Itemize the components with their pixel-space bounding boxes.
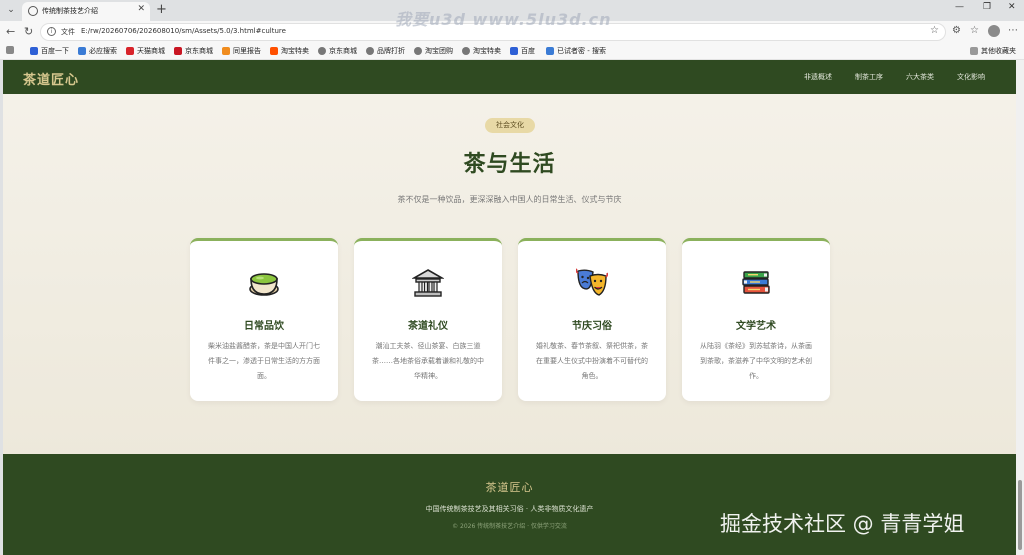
bookmark-item[interactable]: 天猫商城 [126,46,165,56]
globe-icon [28,6,38,16]
page-viewport: 茶道匠心 非遗概述 制茶工序 六大茶类 文化影响 社会文化 茶与生活 茶不仅是一… [3,60,1016,555]
bookmark-item[interactable]: 已试者密 - 搜索 [546,46,606,56]
restore-icon[interactable]: ❐ [983,2,991,12]
bookmark-item[interactable]: 淘宝特卖 [270,46,309,56]
site-footer: 茶道匠心 中国传统制茶技艺及其相关习俗 · 人类非物质文化遗产 © 2026 传… [3,454,1016,555]
search-icon [546,47,554,55]
globe-icon [318,47,326,55]
culture-card: 节庆习俗 婚礼敬茶、春节茶叙、祭祀供茶，茶在重要人生仪式中扮演着不可替代的角色。 [518,238,666,401]
footer-title: 茶道匠心 [485,481,534,494]
culture-card: 日常品饮 柴米油盐酱醋茶，茶是中国人开门七件事之一，渗透于日常生活的方方面面。 [190,238,338,401]
taobao-icon [270,47,278,55]
nav-link-overview[interactable]: 非遗概述 [804,72,832,82]
profile-avatar[interactable] [988,25,1000,37]
report-icon [222,47,230,55]
more-menu-icon[interactable]: ⋯ [1008,25,1018,36]
card-description: 柴米油盐酱醋茶，茶是中国人开门七件事之一，渗透于日常生活的方方面面。 [208,342,320,380]
card-title: 节庆习俗 [572,321,612,332]
books-icon [682,267,830,299]
globe-icon [462,47,470,55]
favorites-icon[interactable]: ☆ [970,25,979,36]
section-title: 茶与生活 [463,152,556,177]
top-watermark: 我要u3d www.5lu3d.cn [395,10,612,29]
card-title: 茶道礼仪 [408,321,448,332]
bookmark-folder-icon[interactable] [6,46,14,54]
close-tab-icon[interactable]: ✕ [137,4,145,14]
theater-masks-icon [518,267,666,299]
culture-card: 茶道礼仪 潮汕工夫茶、径山茶宴、白族三道茶……各地茶俗承载着谦和礼敬的中华精神。 [354,238,502,401]
new-tab-icon[interactable]: + [156,2,167,17]
globe-icon [366,47,374,55]
bookmark-item[interactable]: 百度 [510,46,535,56]
bookmark-item[interactable]: 淘宝特卖 [462,46,501,56]
page-scrollbar[interactable] [1016,60,1024,555]
url-text[interactable]: E:/rw/20260706/202608010/sm/Assets/5.0/3… [81,27,286,35]
globe-icon [414,47,422,55]
baidu-icon [510,47,518,55]
refresh-icon[interactable]: ↻ [24,25,33,38]
browser-tab[interactable]: 传统制茶技艺介绍 ✕ [22,2,150,21]
window-close-icon[interactable]: ✕ [1008,2,1016,12]
bottom-watermark: 掘金技术社区 @ 青青学姐 [720,512,965,536]
info-icon[interactable]: i [47,27,56,36]
card-title: 文学艺术 [736,321,776,332]
tmall-icon [126,47,134,55]
bookmarks-bar: 百度一下 必应搜索 天猫商城 京东商城 同里报告 淘宝特卖 京东商城 品牌打折 … [0,43,1024,60]
extensions-icon[interactable]: ⚙ [952,25,961,36]
nav-link-tea-types[interactable]: 六大茶类 [906,72,934,82]
bookmark-item[interactable]: 百度一下 [30,46,69,56]
baidu-icon [30,47,38,55]
bookmark-item[interactable]: 同里报告 [222,46,261,56]
card-description: 潮汕工夫茶、径山茶宴、白族三道茶……各地茶俗承载着谦和礼敬的中华精神。 [372,342,484,380]
site-logo[interactable]: 茶道匠心 [23,69,79,88]
tab-list-icon[interactable]: ⌄ [4,3,18,17]
bookmark-item[interactable]: 必应搜索 [78,46,117,56]
tab-title: 传统制茶技艺介绍 [42,7,98,15]
minimize-icon[interactable]: — [955,2,964,12]
jd-icon [174,47,182,55]
url-scheme-label: 文件 [61,28,75,36]
temple-icon [354,267,502,299]
bookmark-item[interactable]: 京东商城 [318,46,357,56]
section-subtitle: 茶不仅是一种饮品，更深深融入中国人的日常生活、仪式与节庆 [397,195,622,204]
tea-bowl-icon [190,267,338,299]
site-navbar: 茶道匠心 非遗概述 制茶工序 六大茶类 文化影响 [3,60,1016,94]
card-title: 日常品饮 [244,321,284,332]
bookmark-item[interactable]: 京东商城 [174,46,213,56]
back-icon[interactable]: ← [6,25,15,38]
card-description: 婚礼敬茶、春节茶叙、祭祀供茶，茶在重要人生仪式中扮演着不可替代的角色。 [536,342,648,380]
folder-icon [970,47,978,55]
favorite-star-icon[interactable]: ☆ [930,25,939,36]
nav-link-culture[interactable]: 文化影响 [957,72,985,82]
bookmark-item[interactable]: 品牌打折 [366,46,405,56]
other-bookmarks[interactable]: 其他收藏夹 [970,46,1016,56]
bookmark-item[interactable]: 淘宝团购 [414,46,453,56]
culture-card: 文学艺术 从陆羽《茶经》到苏轼茶诗，从茶画到茶歌，茶滋养了中华文明的艺术创作。 [682,238,830,401]
section-badge: 社会文化 [485,118,535,133]
search-icon [78,47,86,55]
card-description: 从陆羽《茶经》到苏轼茶诗，从茶画到茶歌，茶滋养了中华文明的艺术创作。 [700,342,812,380]
nav-link-process[interactable]: 制茶工序 [855,72,883,82]
scrollbar-thumb[interactable] [1018,480,1022,550]
